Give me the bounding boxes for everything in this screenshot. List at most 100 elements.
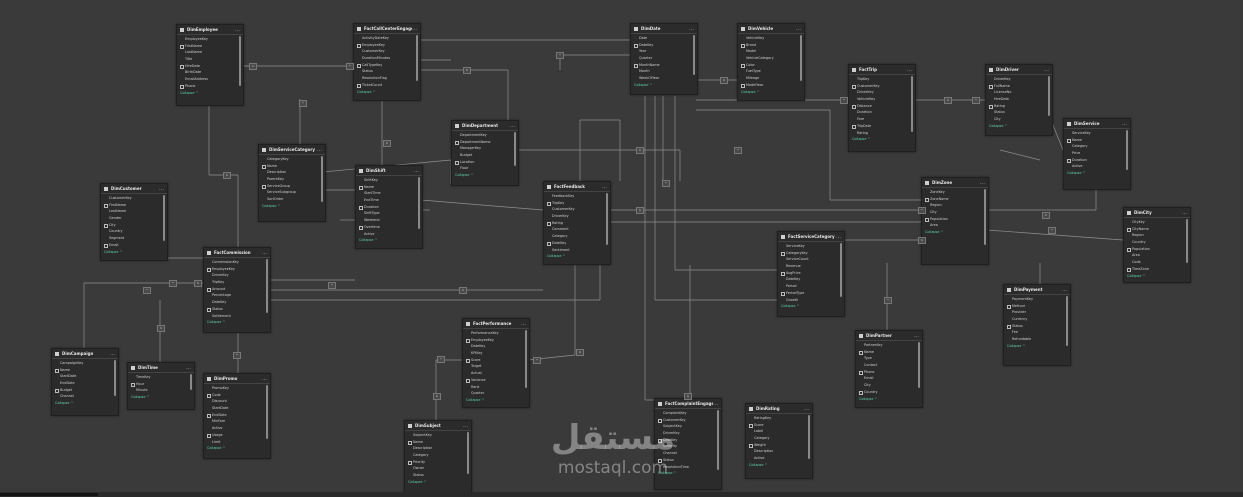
field-item[interactable]: Price — [1064, 150, 1130, 157]
field-item[interactable]: CustomerKey — [544, 206, 610, 213]
table-header[interactable]: FactServiceCategory… — [778, 232, 844, 242]
field-item[interactable]: ManagerKey — [452, 145, 518, 152]
collapse-link[interactable]: Collapse ^ — [128, 394, 194, 401]
field-item[interactable]: Name — [856, 349, 922, 356]
field-item[interactable]: CustomerKey — [101, 195, 167, 202]
field-item[interactable]: Quarter — [463, 390, 529, 397]
more-options-icon[interactable]: … — [110, 351, 115, 357]
table-header[interactable]: DimDriver… — [986, 65, 1052, 75]
field-item[interactable]: Description — [746, 448, 812, 455]
field-item[interactable]: Brand — [738, 42, 804, 49]
table-card-t16[interactable]: FactServiceCategory… ServiceKey CategoryKe… — [777, 231, 845, 317]
field-scrollbar[interactable] — [163, 195, 165, 241]
more-options-icon[interactable]: … — [980, 180, 985, 186]
field-item[interactable]: MinFare — [204, 418, 270, 425]
field-item[interactable]: Category — [405, 452, 471, 459]
field-scrollbar[interactable] — [1126, 130, 1128, 170]
field-item[interactable]: Name — [1064, 137, 1130, 144]
more-options-icon[interactable]: … — [1044, 67, 1049, 73]
field-item[interactable]: ShiftKey — [356, 177, 422, 184]
field-item[interactable]: Description — [405, 445, 471, 452]
field-item[interactable]: ShiftType — [356, 210, 422, 217]
field-item[interactable]: CampaignKey — [52, 360, 118, 367]
field-item[interactable]: CustomerKey — [849, 83, 915, 90]
table-card-t15[interactable]: FactCommission… CommissionKey EmployeeKey D… — [203, 247, 271, 333]
collapse-link[interactable]: Collapse ^ — [856, 396, 922, 403]
field-scrollbar[interactable] — [911, 76, 913, 132]
more-options-icon[interactable]: … — [510, 123, 515, 129]
table-card-t3[interactable]: DimDate … Date DateKey Year Quarter MonthName M… — [630, 23, 698, 95]
field-item[interactable]: Rating — [849, 130, 915, 137]
field-item[interactable]: FuelType — [738, 68, 804, 75]
field-item[interactable]: Color — [738, 62, 804, 69]
table-card-t19[interactable]: DimTime … TimeKey Hour Minute Collapse ^ — [127, 362, 195, 410]
table-card-t20[interactable]: DimPromo … PromoKey Code Discount StartDate En… — [203, 373, 271, 459]
field-item[interactable]: Fare — [849, 116, 915, 123]
field-item[interactable]: DepartmentKey — [452, 132, 518, 139]
field-item[interactable]: Channel — [52, 393, 118, 400]
collapse-link[interactable]: Collapse ^ — [778, 303, 844, 310]
field-item[interactable]: Amount — [204, 286, 270, 293]
collapse-link[interactable]: Collapse ^ — [922, 229, 988, 236]
collapse-link[interactable]: Collapse ^ — [452, 172, 518, 179]
field-item[interactable]: Percentage — [204, 292, 270, 299]
field-item[interactable]: PerformanceKey — [463, 330, 529, 337]
field-item[interactable]: Budget — [52, 387, 118, 394]
field-item[interactable]: ZoneName — [922, 196, 988, 203]
field-scrollbar[interactable] — [808, 415, 810, 459]
field-item[interactable]: Provider — [1004, 309, 1070, 316]
field-scrollbar[interactable] — [525, 330, 527, 388]
field-item[interactable]: DriverKey — [204, 272, 270, 279]
table-header[interactable]: DimTime… — [128, 363, 194, 373]
field-item[interactable]: HireDate — [177, 63, 243, 70]
table-card-t7[interactable]: DimService … ServiceKey Name Category Price Du… — [1063, 118, 1131, 190]
field-item[interactable]: CityKey — [1124, 219, 1190, 226]
field-item[interactable]: StartTime — [356, 190, 422, 197]
field-item[interactable]: Score — [746, 422, 812, 429]
field-item[interactable]: DriverKey — [544, 213, 610, 220]
field-item[interactable]: DepartmentName — [452, 139, 518, 146]
field-item[interactable]: Code — [204, 392, 270, 399]
table-header[interactable]: DimServiceCategory… — [259, 145, 325, 155]
field-item[interactable]: Duration — [356, 204, 422, 211]
more-options-icon[interactable]: … — [804, 406, 809, 412]
field-scrollbar[interactable] — [840, 243, 842, 297]
field-item[interactable]: TicketCount — [354, 82, 420, 89]
collapse-link[interactable]: Collapse ^ — [1064, 170, 1130, 177]
field-item[interactable]: VehicleKey — [849, 96, 915, 103]
table-card-t12[interactable]: FactFeedback … FeedbackKey TripKey CustomerK… — [543, 181, 611, 265]
field-item[interactable]: Duration — [849, 109, 915, 116]
field-item[interactable]: Discount — [204, 398, 270, 405]
field-item[interactable]: CategoryKey — [259, 156, 325, 163]
more-options-icon[interactable]: … — [186, 365, 191, 371]
field-item[interactable]: Overtime — [356, 224, 422, 231]
field-item[interactable]: Population — [1124, 246, 1190, 253]
field-scrollbar[interactable] — [514, 132, 516, 166]
field-item[interactable]: Email — [856, 375, 922, 382]
field-item[interactable]: CallTypeKey — [354, 62, 420, 69]
field-item[interactable]: Floor — [452, 165, 518, 172]
table-card-t2[interactable]: FactCallCenterEngagement…ActivityDateKey… — [353, 23, 421, 101]
field-scrollbar[interactable] — [606, 193, 608, 245]
more-options-icon[interactable]: … — [1122, 121, 1127, 127]
field-item[interactable]: Model — [738, 48, 804, 55]
field-item[interactable]: City — [856, 382, 922, 389]
field-item[interactable]: Fee — [1004, 329, 1070, 336]
table-card-t10[interactable]: DimShift … ShiftKey Name StartTime EndTime Dur… — [355, 165, 423, 249]
more-options-icon[interactable]: … — [317, 147, 322, 153]
table-header[interactable]: DimDate… — [631, 24, 697, 34]
field-item[interactable]: VehicleKey — [738, 35, 804, 42]
table-card-t21[interactable]: FactPerformance … PerformanceKey EmployeeKe… — [462, 318, 530, 408]
table-card-t5[interactable]: FactTrip … TripKey CustomerKey DriverKey Vehi… — [848, 64, 916, 152]
field-item[interactable]: Region — [922, 202, 988, 209]
field-item[interactable]: ZoneKey — [922, 189, 988, 196]
collapse-link[interactable]: Collapse ^ — [405, 479, 471, 486]
field-item[interactable]: City — [986, 116, 1052, 123]
field-item[interactable]: StartDate — [204, 405, 270, 412]
collapse-link[interactable]: Collapse ^ — [354, 89, 420, 96]
table-header[interactable]: FactComplaintEngagement… — [655, 399, 721, 409]
more-options-icon[interactable]: … — [463, 423, 468, 429]
field-item[interactable]: EmployeeKey — [204, 266, 270, 273]
field-item[interactable]: City — [922, 209, 988, 216]
more-options-icon[interactable]: … — [796, 26, 801, 32]
